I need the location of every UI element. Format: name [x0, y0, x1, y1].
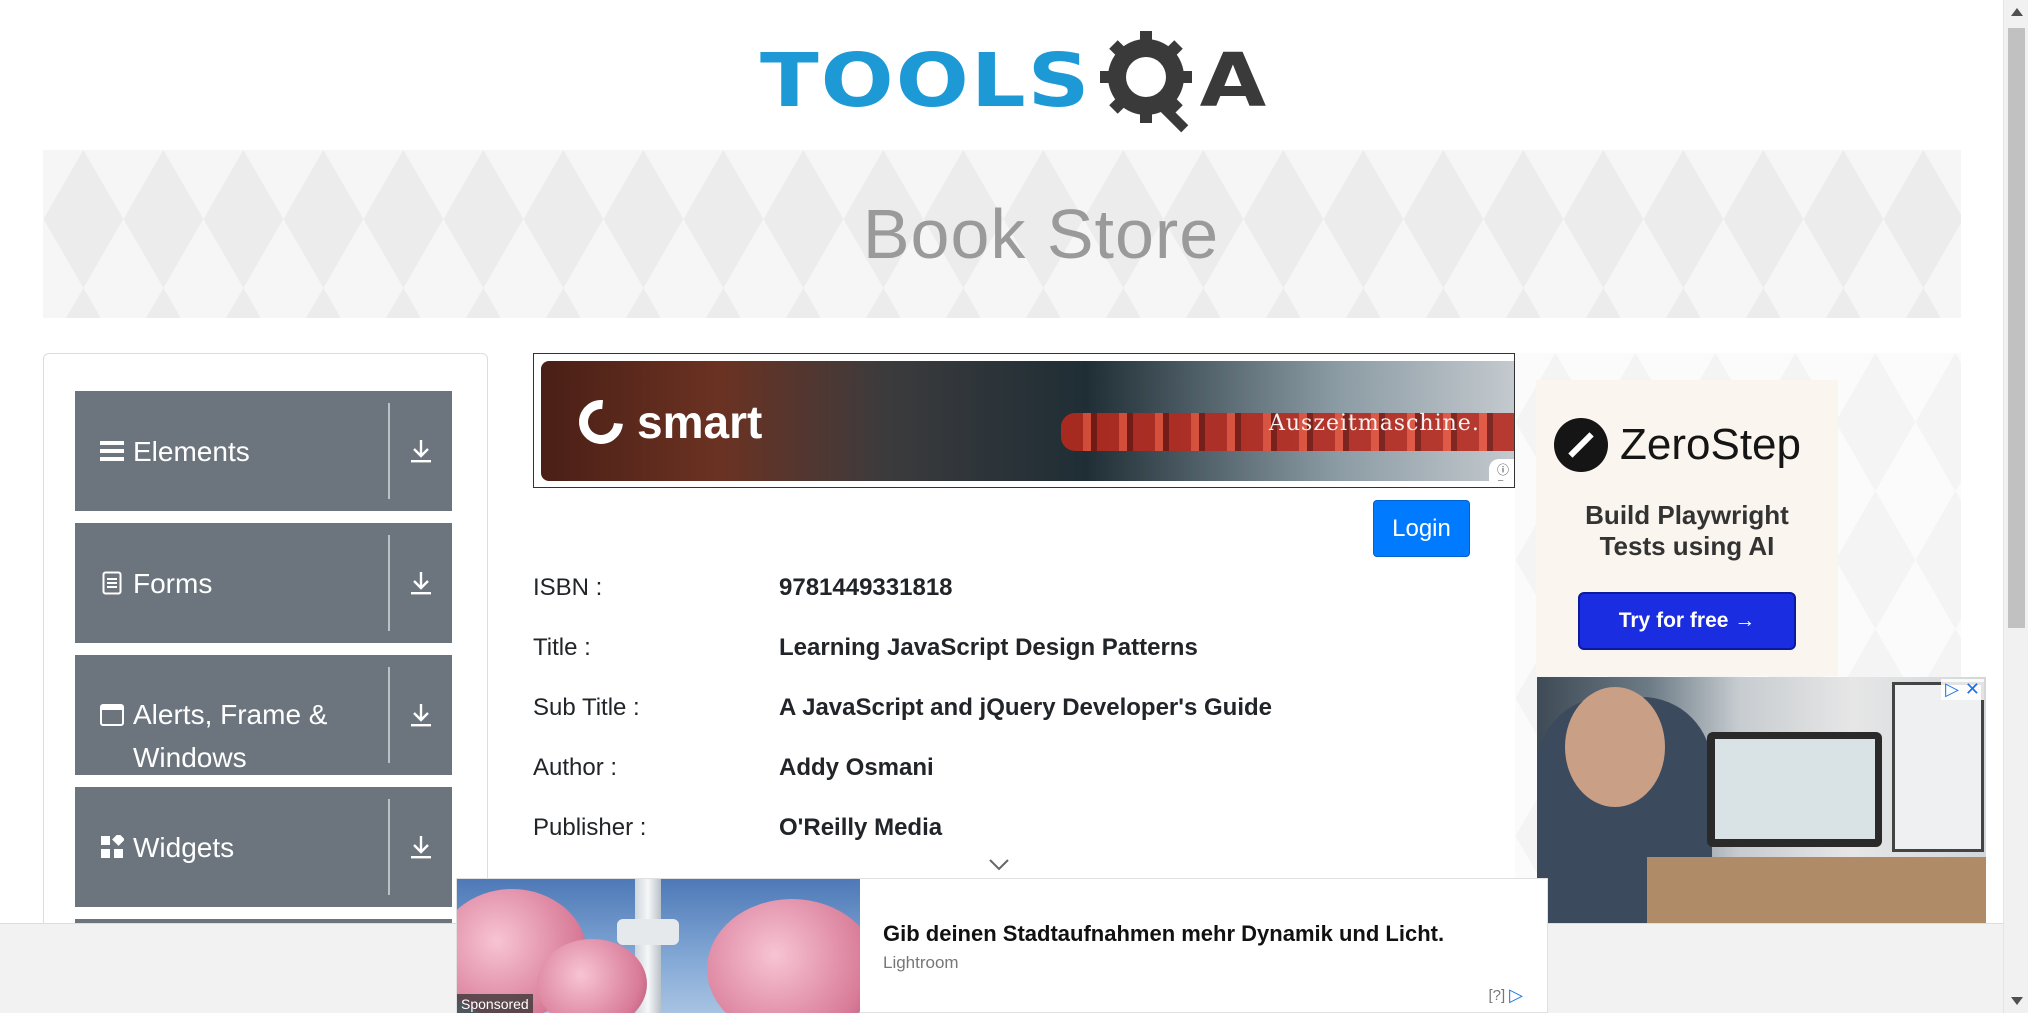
- widgets-icon: [99, 834, 125, 860]
- tagline-line2: Tests using AI: [1599, 531, 1775, 561]
- adchoices-icon[interactable]: ▷: [1509, 985, 1523, 1006]
- expand-download-icon[interactable]: [390, 391, 452, 511]
- ad-image: smart Auszeitmaschine. ⓘ Re: [541, 361, 1514, 481]
- chevron-down-icon[interactable]: [988, 858, 1010, 872]
- book-row-title: Title : Learning JavaScript Design Patte…: [533, 628, 1198, 668]
- zerostep-brand: ZeroStep: [1554, 418, 1801, 472]
- laptop-screen-graphic: [1715, 739, 1875, 839]
- zerostep-ad[interactable]: ZeroStep Build Playwright Tests using AI…: [1536, 380, 1838, 676]
- toolsqa-logo[interactable]: TOOLS A: [760, 22, 1266, 140]
- sidebar-group-label: Alerts, Frame & Windows: [133, 693, 327, 779]
- ad-photo: Sponsored: [457, 879, 860, 1013]
- head-graphic: [1565, 687, 1665, 807]
- expand-download-icon[interactable]: [390, 787, 452, 907]
- field-value: Addy Osmani: [779, 754, 934, 781]
- book-row-isbn: ISBN : 9781449331818: [533, 568, 953, 608]
- expand-download-icon[interactable]: [390, 655, 452, 775]
- field-value: 9781449331818: [779, 574, 953, 601]
- field-value: Learning JavaScript Design Patterns: [779, 634, 1198, 661]
- ad-choices[interactable]: ▷ ✕: [1941, 679, 1984, 700]
- photo-ad[interactable]: ▷ ✕: [1537, 677, 1986, 923]
- scroll-down-arrow-icon[interactable]: [2011, 997, 2023, 1005]
- blossom-graphic: [537, 939, 647, 1013]
- window-icon: [99, 702, 125, 728]
- try-for-free-button[interactable]: Try for free →: [1578, 592, 1796, 650]
- scrollbar-thumb[interactable]: [2008, 28, 2025, 628]
- gear-magnifier-icon: [1096, 27, 1204, 135]
- sidebar-group-label: Elements: [133, 435, 250, 467]
- smart-ad-banner[interactable]: smart Auszeitmaschine. ⓘ Re: [533, 353, 1515, 488]
- scroll-up-arrow-icon[interactable]: [2011, 8, 2023, 16]
- ad-headline[interactable]: Gib deinen Stadtaufnahmen mehr Dynamik u…: [883, 921, 1444, 947]
- ad-info-badge[interactable]: ⓘ Re: [1489, 459, 1514, 481]
- monitor-graphic: [1892, 682, 1984, 852]
- field-label: Publisher :: [533, 814, 647, 841]
- lightroom-ad[interactable]: Sponsored Gib deinen Stadtaufnahmen mehr…: [456, 878, 1548, 1013]
- left-sidebar: Elements Forms Alerts, Frame & Windows W…: [43, 353, 488, 1013]
- form-icon: [99, 570, 125, 596]
- sidebar-group-label-line2: Windows: [133, 742, 247, 773]
- sidebar-group-label: Forms: [133, 567, 213, 599]
- tower-deck-graphic: [617, 919, 679, 945]
- ad-help-text[interactable]: [?]: [1488, 987, 1505, 1004]
- sidebar-group-elements[interactable]: Elements: [75, 391, 452, 511]
- ad-info-text: Re: [1497, 478, 1512, 481]
- field-label: Author :: [533, 754, 618, 781]
- sidebar-group-label: Widgets: [133, 831, 235, 863]
- sponsored-label: Sponsored: [457, 994, 533, 1013]
- desk-graphic: [1647, 857, 1986, 923]
- page-title: Book Store: [862, 195, 1220, 273]
- page-banner: Book Store: [43, 150, 1961, 318]
- book-row-author: Author : Addy Osmani: [533, 748, 934, 788]
- logo-a-text: A: [1199, 38, 1267, 124]
- expand-download-icon[interactable]: [390, 523, 452, 643]
- ad-help[interactable]: [?] ▷: [1488, 985, 1523, 1006]
- zerostep-logo-icon: [1554, 418, 1608, 472]
- smart-logo: smart: [570, 391, 763, 453]
- vertical-scrollbar[interactable]: [2003, 0, 2028, 1013]
- zerostep-tagline: Build Playwright Tests using AI: [1536, 500, 1838, 562]
- blossom-graphic: [707, 899, 860, 1013]
- sidebar-group-forms[interactable]: Forms: [75, 523, 452, 643]
- close-icon[interactable]: ✕: [1965, 679, 1980, 700]
- book-row-publisher: Publisher : O'Reilly Media: [533, 808, 942, 848]
- field-value: A JavaScript and jQuery Developer's Guid…: [779, 694, 1272, 721]
- zerostep-brand-text: ZeroStep: [1620, 420, 1801, 469]
- ad-claim: Auszeitmaschine.: [1269, 411, 1480, 436]
- sidebar-group-widgets[interactable]: Widgets: [75, 787, 452, 907]
- smart-logo-icon: [570, 391, 632, 453]
- sidebar-group-label-line1: Alerts, Frame &: [133, 699, 328, 730]
- field-label: ISBN :: [533, 574, 603, 601]
- sidebar-group-alerts-frame-windows[interactable]: Alerts, Frame & Windows: [75, 655, 452, 775]
- field-value: O'Reilly Media: [779, 814, 943, 841]
- smart-brand-text: smart: [637, 396, 763, 448]
- logo-tools-text: TOOLS: [760, 38, 1092, 124]
- book-row-subtitle: Sub Title : A JavaScript and jQuery Deve…: [533, 688, 1272, 728]
- tagline-line1: Build Playwright: [1585, 500, 1789, 530]
- field-label: Sub Title :: [533, 694, 640, 721]
- adchoices-icon[interactable]: ▷: [1945, 679, 1959, 700]
- ad-advertiser: Lightroom: [883, 953, 959, 972]
- field-label: Title :: [533, 634, 591, 661]
- list-icon: [99, 438, 125, 464]
- login-button[interactable]: Login: [1373, 500, 1470, 557]
